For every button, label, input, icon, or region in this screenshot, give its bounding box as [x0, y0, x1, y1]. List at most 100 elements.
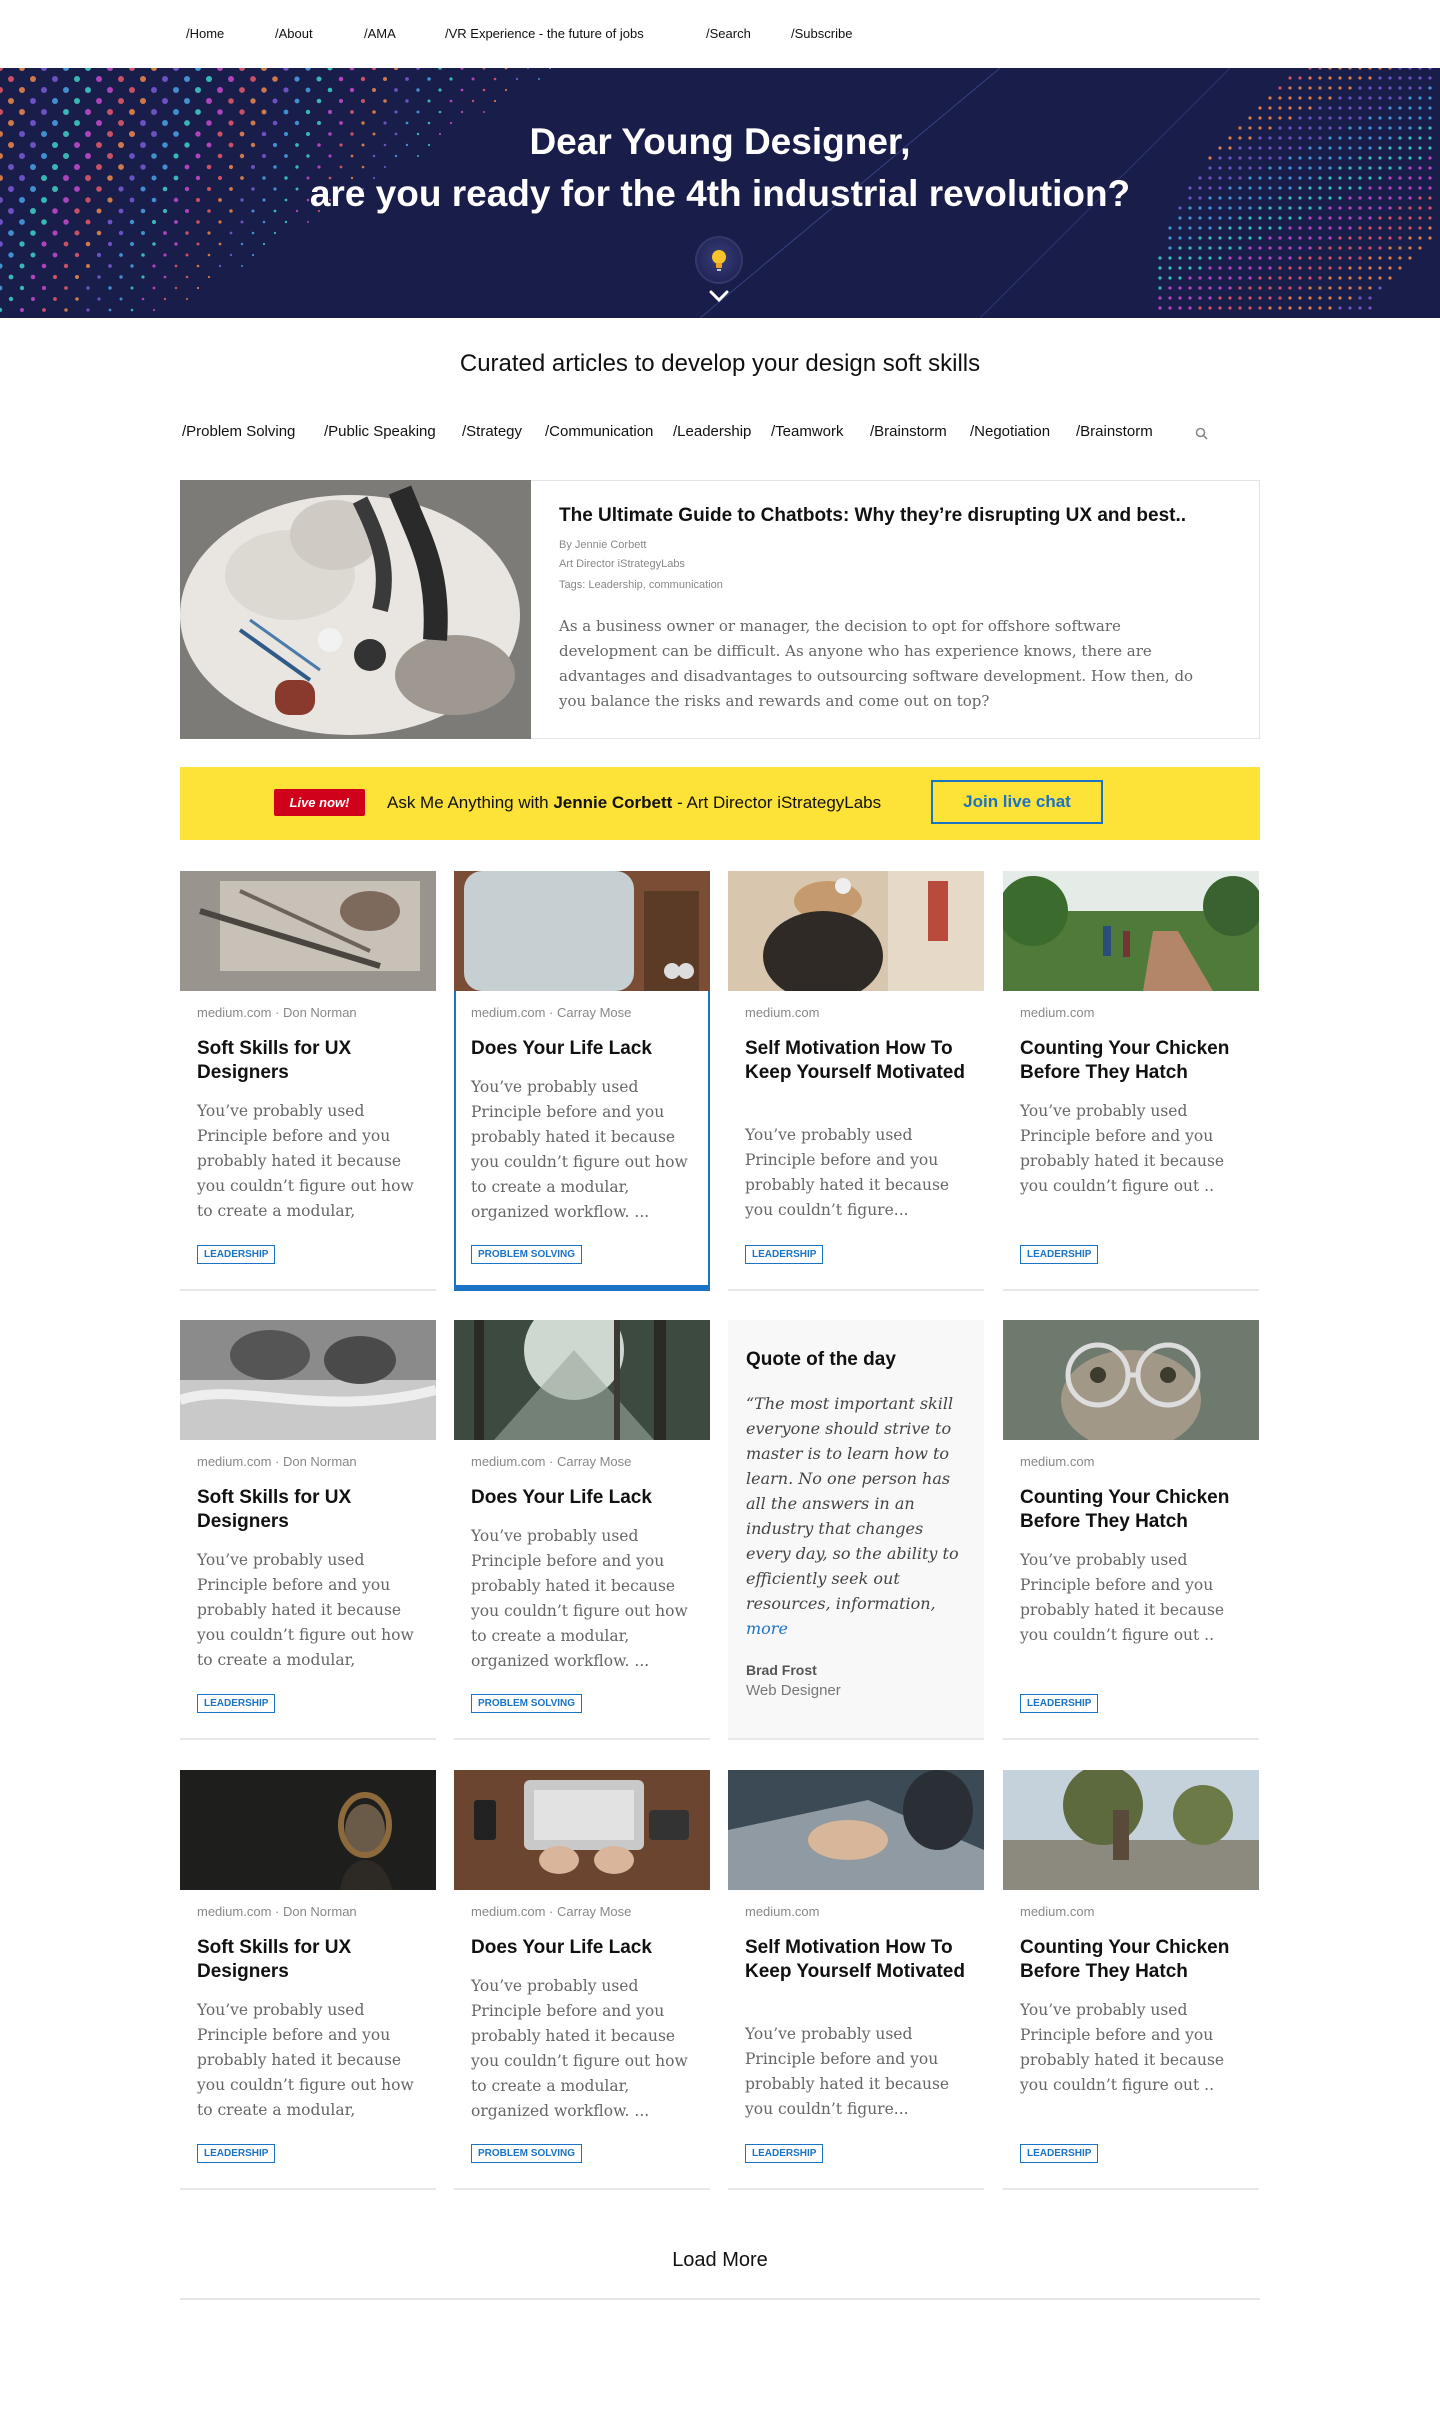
nav-home[interactable]: /Home — [186, 26, 224, 41]
card-title[interactable]: Counting Your Chicken Before They Hatch — [1020, 1936, 1245, 1984]
card-title[interactable]: Counting Your Chicken Before They Hatch — [1020, 1037, 1245, 1085]
card-image — [1003, 871, 1259, 991]
card-source: medium.com — [745, 1904, 820, 1919]
article-card[interactable]: medium.com Self Motivation How To Keep Y… — [728, 871, 984, 1291]
featured-article[interactable]: The Ultimate Guide to Chatbots: Why they… — [180, 480, 1260, 739]
card-source: medium.com · Carray Mose — [471, 1005, 632, 1020]
tab-brainstorm[interactable]: /Brainstorm — [870, 423, 947, 440]
tab-strategy[interactable]: /Strategy — [462, 423, 522, 440]
card-tag[interactable]: LEADERSHIP — [745, 1245, 824, 1264]
featured-excerpt: As a business owner or manager, the deci… — [559, 617, 1194, 710]
card-title[interactable]: Does Your Life Lack — [471, 1486, 696, 1510]
featured-role: Art Director iStrategyLabs — [559, 558, 685, 570]
hero-banner: Dear Young Designer, are you ready for t… — [0, 68, 1440, 318]
lightbulb-icon — [695, 236, 743, 284]
card-title[interactable]: Self Motivation How To Keep Yourself Mot… — [745, 1037, 970, 1085]
card-title[interactable]: Does Your Life Lack — [471, 1037, 696, 1061]
card-source: medium.com — [745, 1005, 820, 1020]
card-title[interactable]: Soft Skills for UX Designers — [197, 1936, 422, 1984]
card-title[interactable]: Self Motivation How To Keep Yourself Mot… — [745, 1936, 970, 1984]
card-excerpt: You’ve probably used Principle before an… — [197, 1551, 414, 1669]
hero-line-1: Dear Young Designer, — [529, 121, 911, 162]
search-icon[interactable] — [1194, 426, 1210, 442]
card-source: medium.com — [1020, 1904, 1095, 1919]
tab-teamwork[interactable]: /Teamwork — [771, 423, 844, 440]
card-title[interactable]: Soft Skills for UX Designers — [197, 1037, 422, 1085]
quote-body: “The most important skill everyone shoul… — [746, 1394, 959, 1613]
article-card[interactable]: medium.com · Don Norman Soft Skills for … — [180, 1770, 436, 2190]
tab-leadership[interactable]: /Leadership — [673, 423, 751, 440]
live-text-suffix: - Art Director iStrategyLabs — [672, 793, 882, 812]
article-card[interactable]: medium.com · Don Norman Soft Skills for … — [180, 871, 436, 1291]
tab-communication[interactable]: /Communication — [545, 423, 653, 440]
tab-negotiation[interactable]: /Negotiation — [970, 423, 1050, 440]
quote-of-the-day: Quote of the day “The most important ski… — [728, 1320, 984, 1740]
card-tag[interactable]: PROBLEM SOLVING — [471, 1694, 583, 1713]
card-image — [1003, 1770, 1259, 1890]
card-excerpt: You’ve probably used Principle before an… — [745, 2025, 950, 2118]
live-badge: Live now! — [274, 789, 365, 816]
chevron-down-icon[interactable] — [706, 286, 732, 308]
card-tag[interactable]: LEADERSHIP — [745, 2144, 824, 2163]
card-excerpt: You’ve probably used Principle before an… — [471, 1078, 688, 1221]
card-source: medium.com — [1020, 1454, 1095, 1469]
nav-search[interactable]: /Search — [706, 26, 751, 41]
card-excerpt: You’ve probably used Principle before an… — [1020, 2001, 1225, 2094]
card-tag[interactable]: PROBLEM SOLVING — [471, 1245, 583, 1264]
nav-ama[interactable]: /AMA — [364, 26, 396, 41]
card-title[interactable]: Counting Your Chicken Before They Hatch — [1020, 1486, 1245, 1534]
article-card[interactable]: medium.com Counting Your Chicken Before … — [1003, 871, 1259, 1291]
featured-tags: Tags: Leadership, communication — [559, 579, 723, 591]
card-tag[interactable]: LEADERSHIP — [1020, 1694, 1099, 1713]
nav-vr-experience[interactable]: /VR Experience - the future of jobs — [445, 26, 644, 41]
live-banner: Live now! Ask Me Anything with Jennie Co… — [180, 767, 1260, 840]
card-image — [1003, 1320, 1259, 1440]
card-source: medium.com · Don Norman — [197, 1904, 357, 1919]
card-image — [454, 1320, 710, 1440]
card-image — [180, 1770, 436, 1890]
card-image — [454, 871, 710, 991]
live-text-prefix: Ask Me Anything with — [387, 793, 554, 812]
card-image — [728, 1770, 984, 1890]
quote-more-link[interactable]: more — [746, 1619, 788, 1638]
card-excerpt: You’ve probably used Principle before an… — [471, 1527, 688, 1670]
card-excerpt: You’ve probably used Principle before an… — [1020, 1551, 1225, 1644]
featured-author: By Jennie Corbett — [559, 539, 647, 551]
live-text: Ask Me Anything with Jennie Corbett - Ar… — [387, 793, 881, 813]
tab-problem-solving[interactable]: /Problem Solving — [182, 423, 295, 440]
card-excerpt: You’ve probably used Principle before an… — [745, 1126, 950, 1219]
quote-author: Brad Frost — [746, 1662, 817, 1678]
nav-about[interactable]: /About — [275, 26, 313, 41]
card-excerpt: You’ve probably used Principle before an… — [197, 1102, 414, 1220]
card-image — [180, 1320, 436, 1440]
quote-heading: Quote of the day — [746, 1349, 896, 1370]
nav-subscribe[interactable]: /Subscribe — [791, 26, 852, 41]
join-live-chat-button[interactable]: Join live chat — [931, 780, 1103, 824]
article-card[interactable]: medium.com Counting Your Chicken Before … — [1003, 1770, 1259, 2190]
card-tag[interactable]: LEADERSHIP — [197, 1694, 276, 1713]
article-card[interactable]: medium.com Self Motivation How To Keep Y… — [728, 1770, 984, 2190]
load-more-button[interactable]: Load More — [180, 2240, 1260, 2300]
card-image — [728, 871, 984, 991]
article-card[interactable]: medium.com · Carray Mose Does Your Life … — [454, 871, 710, 1291]
hero-line-2: are you ready for the 4th industrial rev… — [309, 173, 1131, 214]
section-heading: Curated articles to develop your design … — [459, 350, 981, 377]
card-title[interactable]: Does Your Life Lack — [471, 1936, 696, 1960]
featured-title[interactable]: The Ultimate Guide to Chatbots: Why they… — [559, 505, 1239, 527]
card-source: medium.com · Don Norman — [197, 1454, 357, 1469]
card-tag[interactable]: LEADERSHIP — [197, 1245, 276, 1264]
tab-public-speaking[interactable]: /Public Speaking — [324, 423, 436, 440]
article-card[interactable]: medium.com · Carray Mose Does Your Life … — [454, 1320, 710, 1740]
card-tag[interactable]: PROBLEM SOLVING — [471, 2144, 583, 2163]
card-excerpt: You’ve probably used Principle before an… — [197, 2001, 414, 2119]
tab-brainstorm-2[interactable]: /Brainstorm — [1076, 423, 1153, 440]
card-image — [454, 1770, 710, 1890]
card-tag[interactable]: LEADERSHIP — [197, 2144, 276, 2163]
article-card[interactable]: medium.com · Carray Mose Does Your Life … — [454, 1770, 710, 2190]
card-tag[interactable]: LEADERSHIP — [1020, 2144, 1099, 2163]
article-card[interactable]: medium.com Counting Your Chicken Before … — [1003, 1320, 1259, 1740]
card-tag[interactable]: LEADERSHIP — [1020, 1245, 1099, 1264]
article-card[interactable]: medium.com · Don Norman Soft Skills for … — [180, 1320, 436, 1740]
card-title[interactable]: Soft Skills for UX Designers — [197, 1486, 422, 1534]
top-nav: /Home /About /AMA /VR Experience - the f… — [0, 0, 1440, 68]
